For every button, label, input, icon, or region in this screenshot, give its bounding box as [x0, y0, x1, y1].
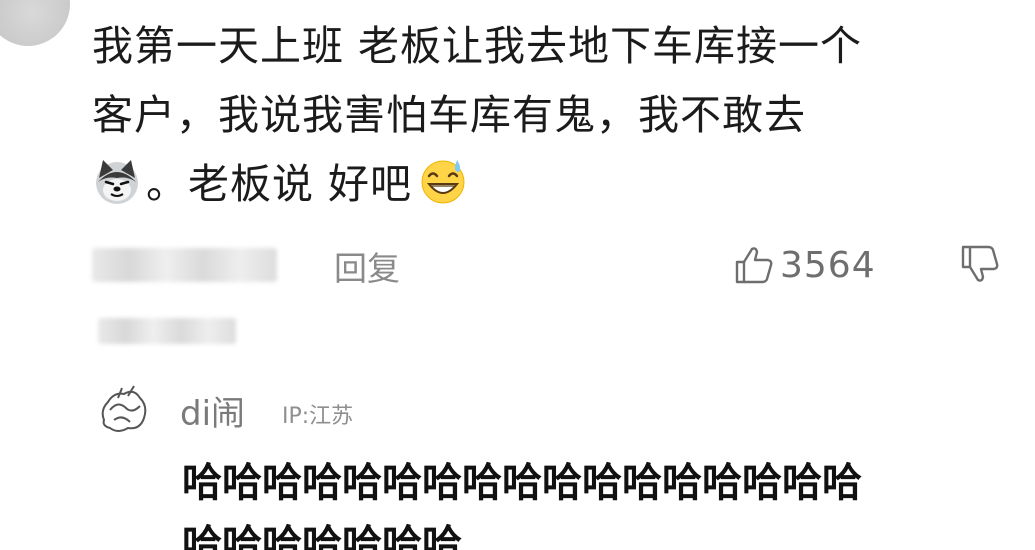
- like-count: 3564: [780, 244, 876, 286]
- comment-line: 。老板说 好吧: [92, 150, 992, 219]
- ip-location: IP:江苏: [282, 404, 354, 429]
- blurred-text: [98, 318, 236, 344]
- reply-username[interactable]: di闹: [180, 386, 245, 435]
- like-button[interactable]: 3564: [732, 240, 876, 290]
- avatar[interactable]: [96, 380, 154, 438]
- avatar[interactable]: [0, 0, 70, 46]
- comment-line: 客户，我说我害怕车库有鬼，我不敢去: [92, 91, 806, 139]
- reply-button[interactable]: 回复: [334, 242, 400, 290]
- comment-actions: 回复 3564: [92, 240, 1022, 290]
- thumbs-up-icon: [735, 247, 773, 284]
- reply-line: 哈哈哈哈哈哈哈: [182, 522, 462, 550]
- husky-emoji-icon: [96, 160, 138, 204]
- comment-line: 我第一天上班 老板让我去地下车库接一个: [92, 22, 863, 70]
- reply-body: 哈哈哈哈哈哈哈哈哈哈哈哈哈哈哈哈哈 哈哈哈哈哈哈哈: [182, 452, 1035, 550]
- blurred-username: [92, 248, 277, 282]
- comment-thread: 我第一天上班 老板让我去地下车库接一个 客户，我说我害怕车库有鬼，我不敢去 。老…: [0, 0, 1035, 550]
- reply-line: 哈哈哈哈哈哈哈哈哈哈哈哈哈哈哈哈哈: [182, 460, 862, 506]
- sweat-smile-emoji-icon: [421, 160, 465, 204]
- comment-text-segment: 。老板说 好吧: [146, 160, 413, 208]
- thumbs-down-icon[interactable]: [958, 242, 1002, 286]
- comment-body: 我第一天上班 老板让我去地下车库接一个 客户，我说我害怕车库有鬼，我不敢去 。老…: [92, 12, 992, 219]
